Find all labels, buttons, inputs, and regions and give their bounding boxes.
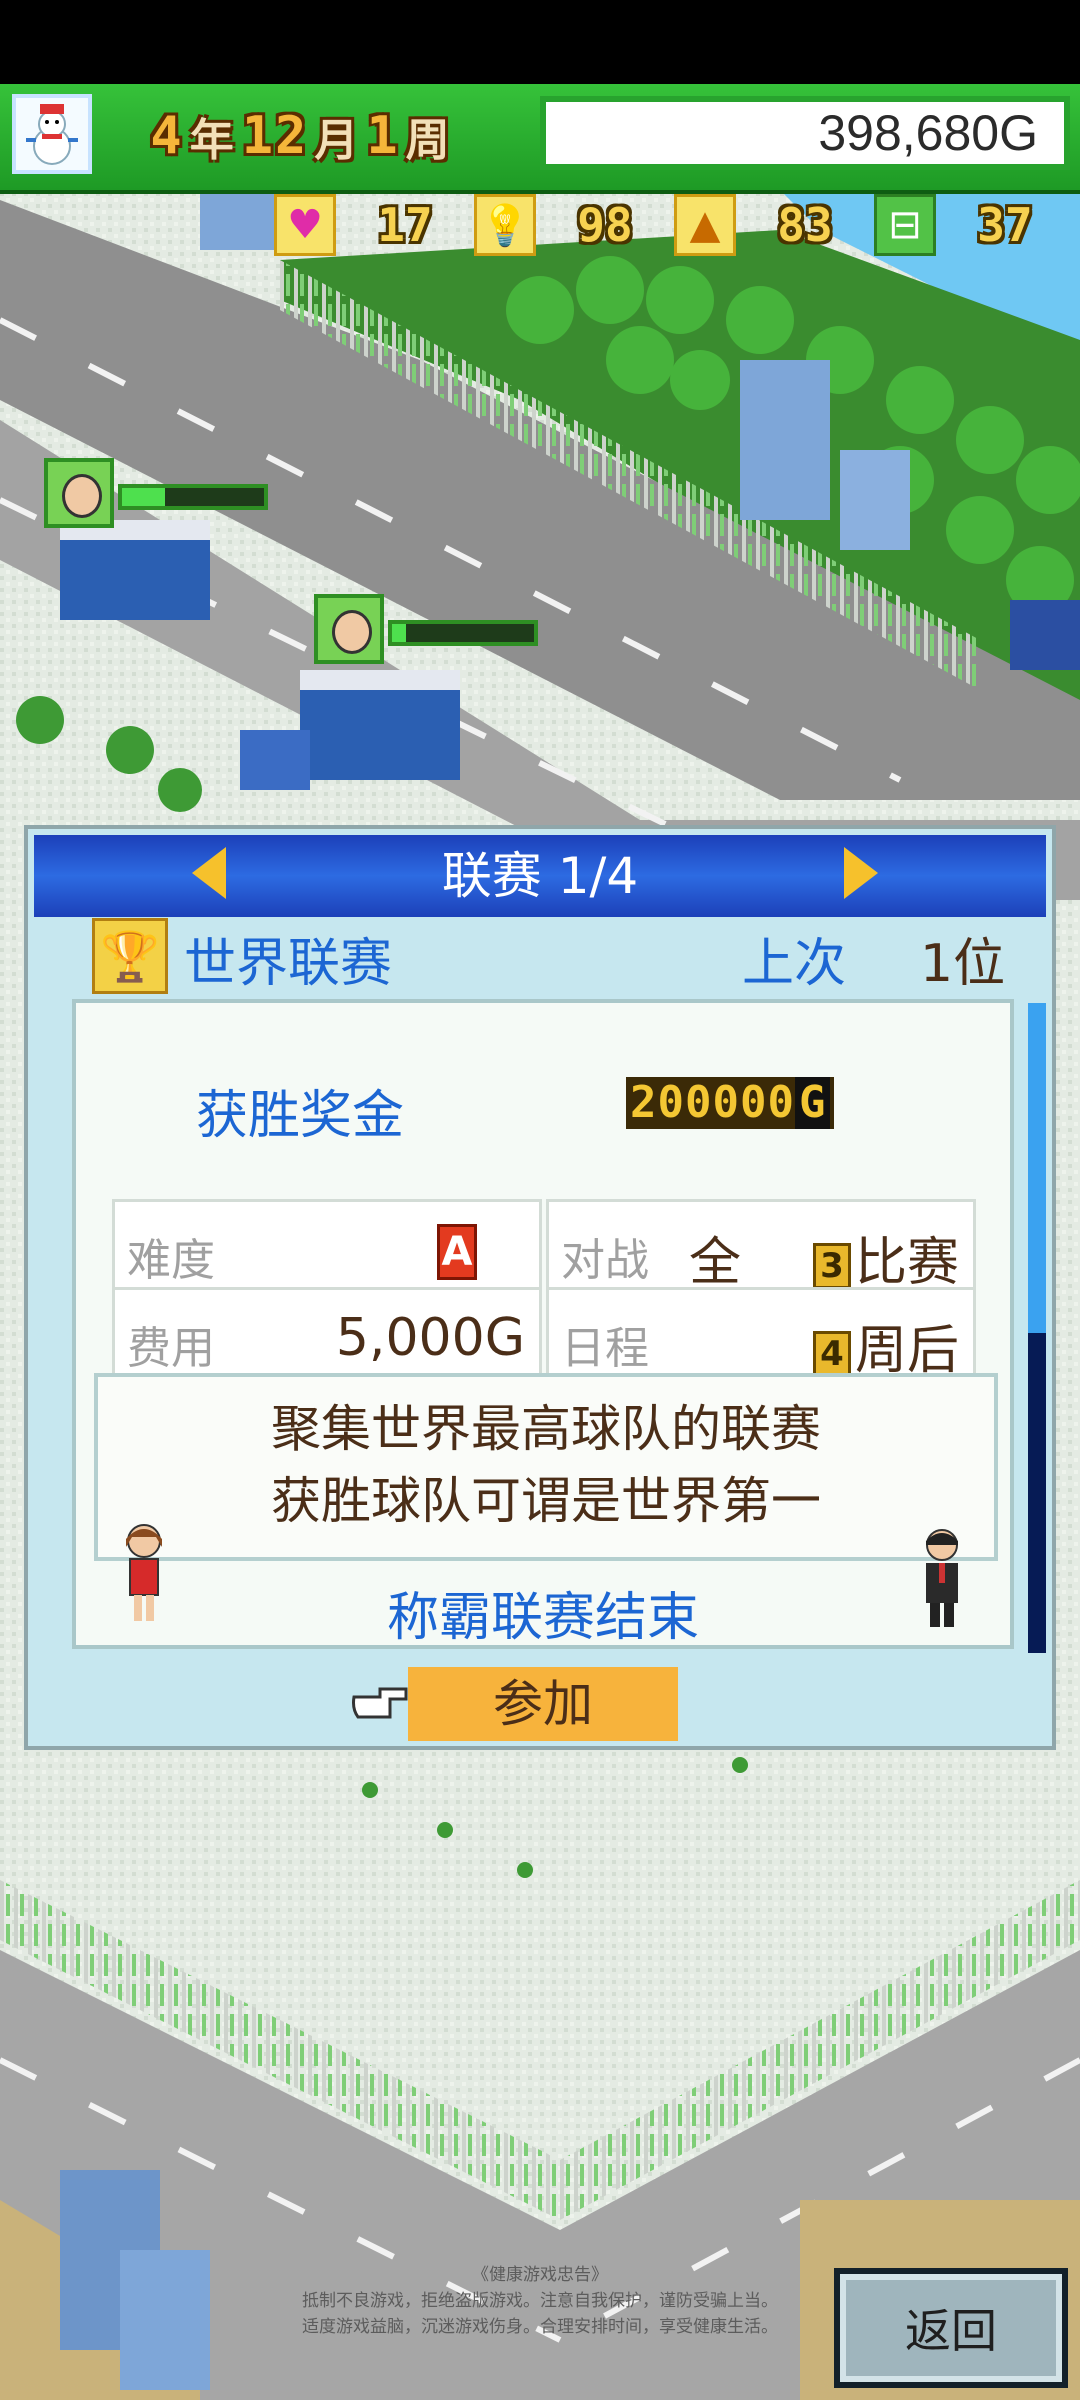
prize-unit: G: [794, 1077, 831, 1129]
schedule-count: 4: [812, 1331, 851, 1377]
snowman-icon[interactable]: [12, 94, 92, 174]
top-hud: 4 年 12 月 1 周 398,680G: [0, 84, 1080, 194]
league-name: 世界联赛: [184, 934, 393, 994]
heart-icon: ♥: [274, 194, 336, 256]
league-description: 聚集世界最高球队的联赛 获胜球队可谓是世界第一: [94, 1373, 998, 1561]
pointing-hand-icon: [352, 1687, 408, 1719]
panel-scrollbar[interactable]: [1028, 1003, 1046, 1653]
next-league-button[interactable]: [844, 847, 878, 899]
last-result-value: 1位: [920, 934, 1006, 994]
trainee-status-1[interactable]: [44, 458, 274, 528]
game-date: 4 年 12 月 1 周: [104, 98, 504, 174]
trainee-avatar: [44, 458, 114, 528]
stat-value: 17: [377, 198, 433, 252]
trainee-avatar: [314, 594, 384, 664]
join-button[interactable]: 参加: [408, 1667, 678, 1741]
dialog-title: 联赛 1/4: [441, 847, 639, 905]
month-unit: 月: [314, 115, 361, 166]
difficulty-label: 难度: [127, 1235, 215, 1286]
field-icon: ⊟: [874, 194, 936, 256]
match-count: 3: [812, 1243, 851, 1289]
manager-man-avatar: [926, 1529, 958, 1627]
stat-value: 98: [577, 198, 633, 252]
fee-label: 费用: [127, 1323, 215, 1374]
schedule-group: 4 周后: [812, 1308, 959, 1383]
stat-training[interactable]: ▲ 83: [670, 190, 870, 260]
schedule-unit: 周后: [854, 1321, 959, 1381]
trainee-stamina-bar: [388, 620, 538, 646]
month-value: 12: [241, 106, 309, 166]
stat-field[interactable]: ⊟ 37: [870, 190, 1070, 260]
week-value: 1: [366, 106, 400, 166]
year-value: 4: [150, 106, 184, 166]
stats-bar: ♥ 17 💡 98 ▲ 83 ⊟ 37: [270, 190, 1080, 260]
description-line-1: 聚集世界最高球队的联赛: [271, 1400, 821, 1458]
stat-value: 83: [777, 198, 833, 252]
stat-value: 37: [977, 198, 1033, 252]
trophy-icon: 🏆: [92, 918, 168, 994]
money-display: 398,680G: [540, 96, 1070, 170]
description-line-2: 获胜球队可谓是世界第一: [271, 1472, 821, 1530]
match-count-group: 3 比赛: [812, 1220, 959, 1295]
fee-value: 5,000G: [335, 1308, 525, 1368]
dialog-header: 联赛 1/4: [34, 835, 1046, 917]
match-scope: 全: [689, 1233, 742, 1293]
trainee-stamina-bar: [118, 484, 268, 510]
week-unit: 周: [405, 115, 452, 166]
prize-value: 200000G: [626, 1077, 835, 1129]
league-info-panel: 获胜奖金 200000G 难度 A 对战 全 3 比赛 费用 5,000G 日程 …: [72, 999, 1046, 1653]
lightbulb-icon: 💡: [474, 194, 536, 256]
league-finish-text: 称霸联赛结束: [386, 1588, 699, 1648]
stat-popularity[interactable]: ♥ 17: [270, 190, 470, 260]
prize-amount: 200000: [630, 1077, 795, 1128]
match-label: 对战: [561, 1235, 649, 1286]
manager-girl-avatar: [126, 1524, 162, 1621]
league-dialog: 联赛 1/4 🏆 世界联赛 上次 1位 获胜奖金 200000G 难度 A 对战…: [24, 825, 1056, 1750]
back-button[interactable]: 返回: [834, 2268, 1068, 2388]
schedule-label: 日程: [561, 1323, 649, 1374]
difficulty-rank: A: [437, 1224, 477, 1280]
last-result-label: 上次: [742, 934, 847, 994]
prize-label: 获胜奖金: [196, 1086, 405, 1146]
stat-ideas[interactable]: 💡 98: [470, 190, 670, 260]
trainee-status-2[interactable]: [314, 594, 544, 664]
status-bar-area: [0, 0, 1080, 84]
year-unit: 年: [189, 115, 236, 166]
match-unit: 比赛: [854, 1233, 959, 1293]
cone-icon: ▲: [674, 194, 736, 256]
